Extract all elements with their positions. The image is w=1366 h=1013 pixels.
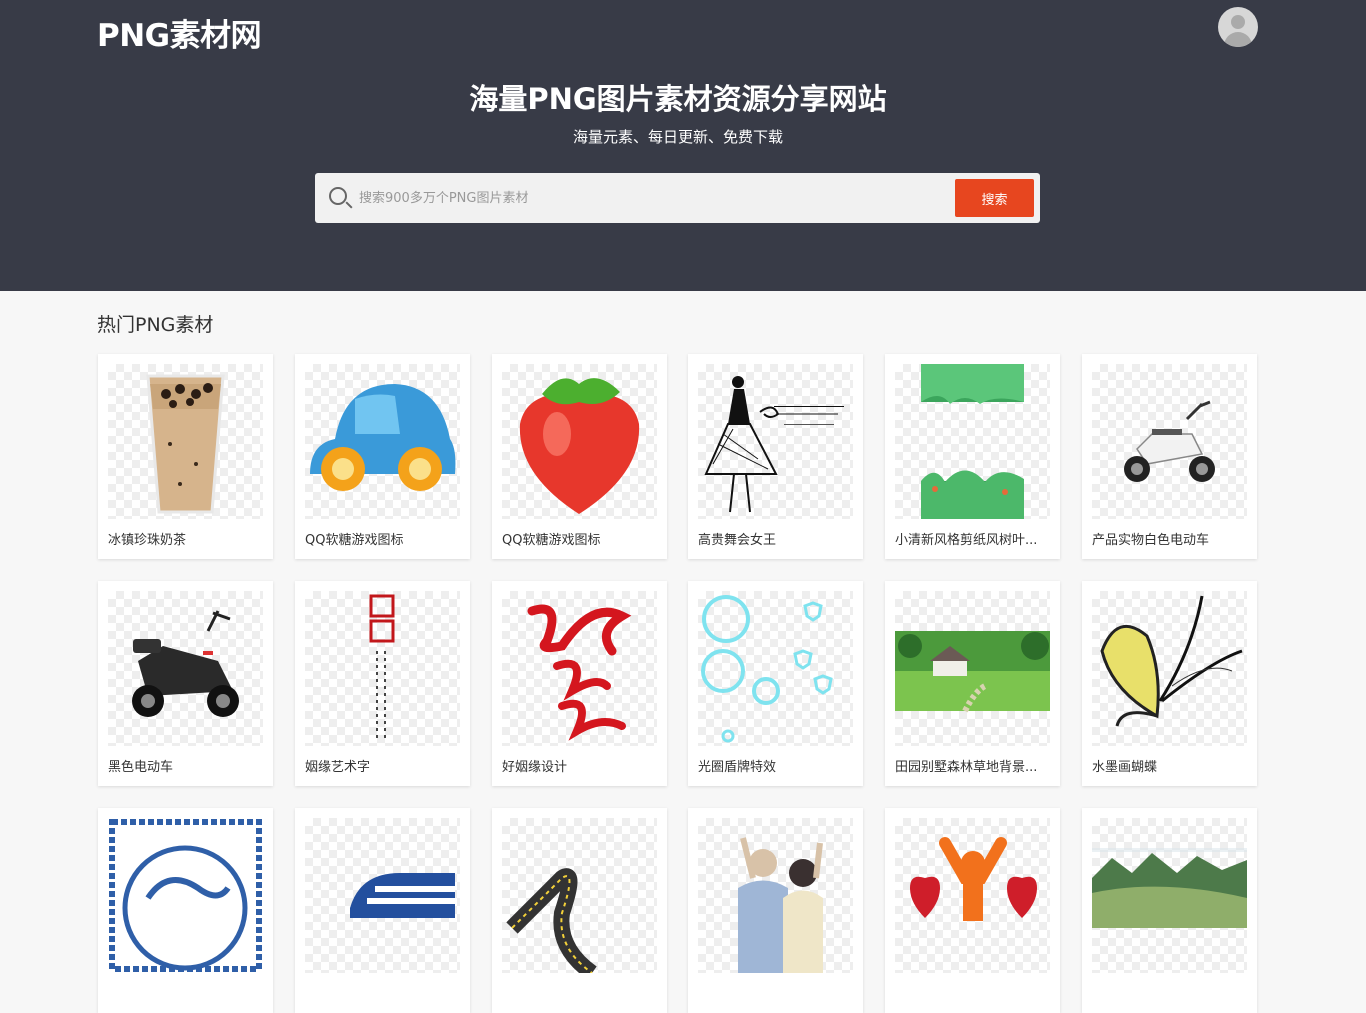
image-card[interactable]: 光圈盾牌特效	[688, 581, 863, 786]
papercut-leaves-icon[interactable]	[895, 364, 1050, 519]
hero-title: 海量PNG图片素材资源分享网站	[469, 82, 887, 116]
card-caption[interactable]: 黑色电动车	[108, 756, 263, 775]
hero-subtitle: 海量元素、每日更新、免费下载	[572, 128, 783, 146]
mountain-landscape-icon[interactable]	[1092, 818, 1247, 973]
image-card[interactable]	[688, 808, 863, 1013]
image-card[interactable]: 姻缘艺术字	[295, 581, 470, 786]
image-card[interactable]: 冰镇珍珠奶茶	[98, 354, 273, 559]
card-caption[interactable]: 小清新风格剪纸风树叶...	[895, 529, 1050, 548]
avatar-head	[1231, 15, 1245, 29]
image-card[interactable]: 高贵舞会女王	[688, 354, 863, 559]
light-rings-icon[interactable]	[698, 591, 853, 746]
ink-butterfly-icon[interactable]	[1092, 591, 1247, 746]
card-caption[interactable]: 水墨画蝴蝶	[1092, 756, 1247, 775]
red-calligraphy-icon[interactable]	[502, 591, 657, 746]
hero-banner: PNG素材网 海量PNG图片素材资源分享网站 海量元素、每日更新、免费下载 搜索	[0, 0, 1366, 291]
search-bar: 搜索	[315, 173, 1040, 223]
image-card[interactable]	[98, 808, 273, 1013]
card-caption[interactable]: QQ软糖游戏图标	[502, 529, 657, 548]
elderly-couple-icon[interactable]	[698, 818, 853, 973]
image-card[interactable]: 黑色电动车	[98, 581, 273, 786]
card-caption[interactable]: 田园别墅森林草地背景...	[895, 756, 1050, 775]
image-card[interactable]: 产品实物白色电动车	[1082, 354, 1257, 559]
search-button[interactable]: 搜索	[955, 179, 1034, 217]
jelly-car-icon[interactable]	[305, 364, 460, 519]
card-caption[interactable]: QQ软糖游戏图标	[305, 529, 460, 548]
card-caption[interactable]: 产品实物白色电动车	[1092, 529, 1247, 548]
image-card[interactable]: 水墨画蝴蝶	[1082, 581, 1257, 786]
section-title: 热门PNG素材	[97, 314, 214, 336]
white-scooter-icon[interactable]	[1092, 364, 1247, 519]
image-card[interactable]	[885, 808, 1060, 1013]
fashion-lady-icon[interactable]	[698, 364, 853, 519]
blue-train-icon[interactable]	[305, 818, 460, 973]
user-avatar-icon[interactable]	[1218, 7, 1258, 47]
calligraphy-text-icon[interactable]	[305, 591, 460, 746]
card-caption[interactable]: 好姻缘设计	[502, 756, 657, 775]
bubble-tea-icon[interactable]	[108, 364, 263, 519]
image-card[interactable]: 好姻缘设计	[492, 581, 667, 786]
image-card[interactable]	[492, 808, 667, 1013]
hearts-person-icon[interactable]	[895, 818, 1050, 973]
image-card[interactable]: 小清新风格剪纸风树叶...	[885, 354, 1060, 559]
site-logo[interactable]: PNG素材网	[97, 10, 262, 55]
blue-dragon-plate-icon[interactable]	[108, 818, 263, 973]
image-card[interactable]	[295, 808, 470, 1013]
winding-road-icon[interactable]	[502, 818, 657, 973]
search-input[interactable]	[359, 187, 909, 209]
avatar-shoulders	[1224, 32, 1252, 47]
card-caption[interactable]: 高贵舞会女王	[698, 529, 853, 548]
black-scooter-icon[interactable]	[108, 591, 263, 746]
card-caption[interactable]: 姻缘艺术字	[305, 756, 460, 775]
image-card[interactable]: QQ软糖游戏图标	[295, 354, 470, 559]
card-caption[interactable]: 光圈盾牌特效	[698, 756, 853, 775]
image-card[interactable]: 田园别墅森林草地背景...	[885, 581, 1060, 786]
card-caption[interactable]: 冰镇珍珠奶茶	[108, 529, 263, 548]
image-card[interactable]	[1082, 808, 1257, 1013]
image-card[interactable]: QQ软糖游戏图标	[492, 354, 667, 559]
villa-landscape-icon[interactable]	[895, 591, 1050, 746]
jelly-strawberry-icon[interactable]	[502, 364, 657, 519]
search-icon	[329, 187, 347, 205]
